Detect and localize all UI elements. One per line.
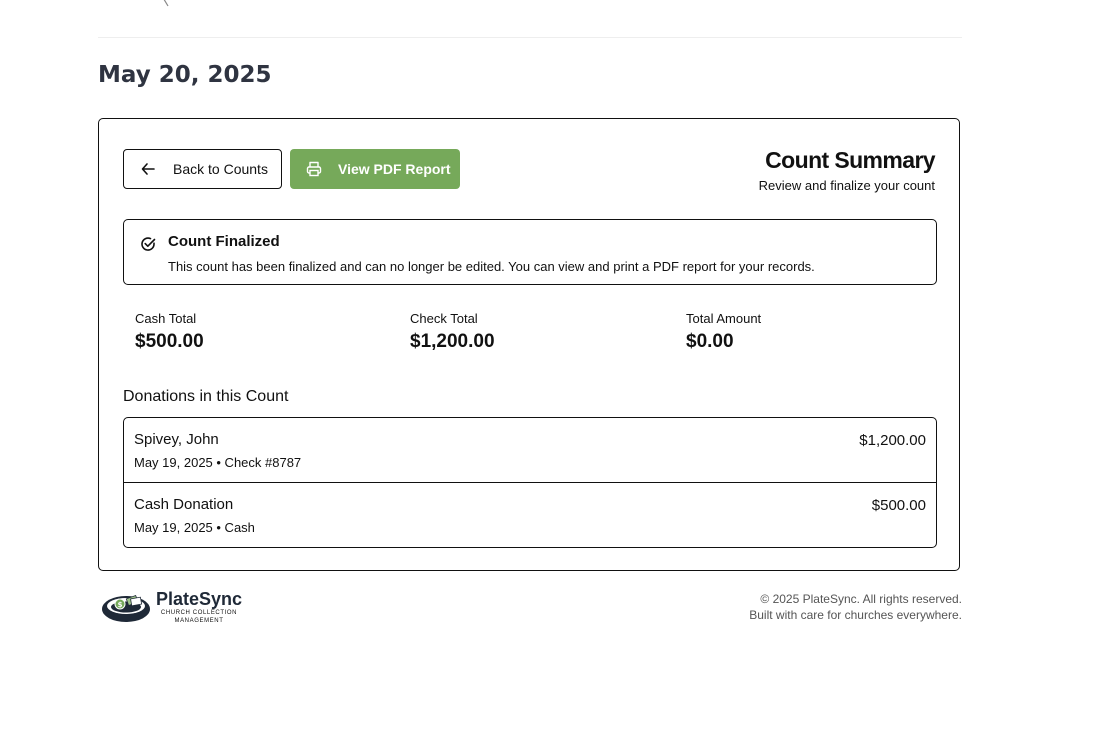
footer-tagline: Built with care for churches everywhere. xyxy=(749,608,962,622)
brand-tagline-2: MANAGEMENT xyxy=(174,617,224,624)
donation-amount: $1,200.00 xyxy=(859,432,926,449)
donation-row[interactable]: Spivey, John May 19, 2025 • Check #8787 … xyxy=(124,418,936,482)
page-title: May 20, 2025 xyxy=(98,62,272,88)
check-total-value: $1,200.00 xyxy=(410,331,495,352)
cash-total-label: Cash Total xyxy=(135,311,197,326)
cash-total-value: $500.00 xyxy=(135,331,204,352)
donation-list: Spivey, John May 19, 2025 • Check #8787 … xyxy=(123,417,937,548)
donation-amount: $500.00 xyxy=(871,497,926,514)
alert-title: Count Finalized xyxy=(168,233,280,250)
summary-title: Count Summary xyxy=(765,147,935,173)
copyright-text: © 2025 PlateSync. All rights reserved. xyxy=(760,592,962,606)
back-to-counts-label: Back to Counts xyxy=(173,161,268,177)
summary-subtitle: Review and finalize your count xyxy=(758,178,935,193)
check-total-stat: Check Total $1,200.00 xyxy=(410,311,495,353)
count-summary-card: Back to Counts View PDF Report Count Sum… xyxy=(98,118,960,571)
arrow-left-icon xyxy=(141,162,155,176)
brand-tagline-1: CHURCH COLLECTION xyxy=(160,609,238,616)
svg-text:$: $ xyxy=(118,601,123,609)
check-total-label: Check Total xyxy=(410,311,478,326)
platesync-logo: $ PlateSync CHURCH COLLECTION MANAGEMENT xyxy=(100,587,242,627)
collection-plate-icon: $ xyxy=(100,587,152,627)
donations-heading: Donations in this Count xyxy=(123,388,289,405)
total-amount-label: Total Amount xyxy=(686,311,762,326)
back-to-counts-button[interactable]: Back to Counts xyxy=(123,149,282,189)
cash-total-stat: Cash Total $500.00 xyxy=(135,311,204,353)
check-circle-icon xyxy=(140,236,156,252)
donation-row[interactable]: Cash Donation May 19, 2025 • Cash $500.0… xyxy=(124,482,936,547)
view-pdf-report-button[interactable]: View PDF Report xyxy=(290,149,460,189)
footer-info: © 2025 PlateSync. All rights reserved. B… xyxy=(749,591,962,623)
donation-meta: May 19, 2025 • Cash xyxy=(134,520,255,535)
donation-meta: May 19, 2025 • Check #8787 xyxy=(134,455,302,470)
donor-name: Cash Donation xyxy=(134,496,234,513)
donor-name: Spivey, John xyxy=(134,431,219,448)
decorative-stroke xyxy=(163,0,169,7)
total-amount-value: $0.00 xyxy=(686,331,734,352)
printer-icon xyxy=(306,161,322,177)
total-amount-stat: Total Amount $0.00 xyxy=(686,311,761,353)
brand-name: PlateSync xyxy=(156,588,243,609)
alert-message: This count has been finalized and can no… xyxy=(168,259,815,274)
finalized-alert: Count Finalized This count has been fina… xyxy=(123,219,937,285)
view-pdf-report-label: View PDF Report xyxy=(338,161,451,177)
header-divider xyxy=(98,37,962,38)
